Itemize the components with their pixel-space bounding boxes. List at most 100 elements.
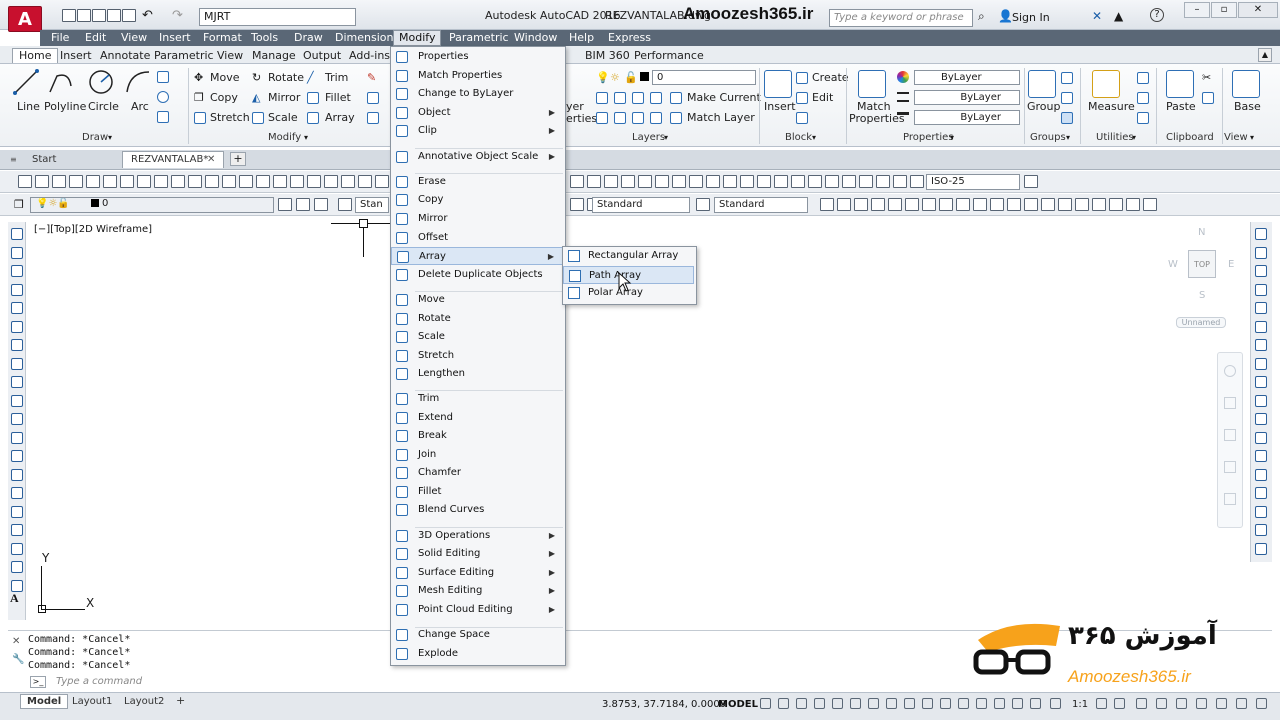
compass-north[interactable]: N — [1198, 227, 1205, 238]
status-toggle-icon[interactable] — [796, 698, 807, 709]
layer-color-swatch[interactable] — [640, 72, 649, 81]
draw-tool-icon[interactable] — [11, 561, 23, 573]
modify-panel-expand-icon[interactable]: ▾ — [304, 133, 308, 142]
status-toggle-icon[interactable] — [760, 698, 771, 709]
linetype-dropdown[interactable]: ByLayer — [914, 90, 1020, 105]
toolbar-button-icon[interactable] — [52, 175, 66, 188]
utility-tool-2-icon[interactable] — [1137, 92, 1149, 104]
status-toggle-icon[interactable] — [1216, 698, 1227, 709]
navigation-bar[interactable] — [1217, 352, 1243, 528]
toolbar-button-icon[interactable] — [621, 175, 635, 188]
toolbar-button-icon[interactable] — [893, 175, 907, 188]
menu-item-rotate[interactable]: Rotate — [391, 310, 563, 328]
toolbar-button-icon[interactable] — [905, 198, 919, 211]
menu-item-object[interactable]: Object ▶ — [391, 104, 563, 122]
status-toggle-icon[interactable] — [778, 698, 789, 709]
groups-panel-expand-icon[interactable]: ▾ — [1066, 133, 1070, 142]
toolbar-button-icon[interactable] — [696, 198, 710, 211]
layer-tool-5-icon[interactable] — [596, 112, 608, 124]
layer-freeze-icon[interactable]: ☼ — [610, 71, 620, 84]
match-properties-icon[interactable] — [858, 70, 886, 98]
menu-dimension[interactable]: Dimension — [330, 31, 398, 45]
toolbar-button-icon[interactable] — [341, 175, 355, 188]
group-icon[interactable] — [1028, 70, 1056, 98]
open-file-icon[interactable] — [77, 9, 91, 22]
toolbar-button-icon[interactable] — [854, 198, 868, 211]
tab-parametric[interactable]: Parametric — [148, 49, 220, 63]
menu-item-match-properties[interactable]: Match Properties — [391, 67, 563, 85]
toolbar-button-icon[interactable] — [1126, 198, 1140, 211]
modify-tool-icon[interactable] — [1255, 394, 1267, 407]
copy-icon[interactable]: ❐ — [194, 91, 204, 104]
utility-tool-1-icon[interactable] — [1137, 72, 1149, 84]
tab-view[interactable]: View — [211, 49, 249, 63]
menu-item-extend[interactable]: Extend — [391, 409, 563, 427]
layer-on-icon[interactable]: 💡 — [596, 71, 610, 84]
menu-item-surface-editing[interactable]: Surface Editing ▶ — [391, 564, 563, 582]
toolbar-button-icon[interactable] — [825, 175, 839, 188]
base-view-icon[interactable] — [1232, 70, 1260, 98]
block-attribute-icon[interactable] — [796, 112, 808, 124]
toolbar-button-icon[interactable] — [35, 175, 49, 188]
status-toggle-icon[interactable] — [1196, 698, 1207, 709]
new-layout-button[interactable]: + — [170, 694, 191, 707]
tab-insert[interactable]: Insert — [54, 49, 98, 63]
toolbar-button-icon[interactable] — [205, 175, 219, 188]
modify-tool-icon[interactable] — [1255, 228, 1267, 240]
mirror-icon[interactable]: ◭ — [252, 91, 260, 104]
application-menu-logo[interactable]: A — [8, 6, 42, 32]
view-panel-expand-icon[interactable]: ▾ — [1250, 133, 1254, 142]
base-view-button[interactable]: Base — [1234, 100, 1261, 113]
toolbar-button-icon[interactable] — [120, 175, 134, 188]
status-toggle-icon[interactable] — [814, 698, 825, 709]
toolbar-button-icon[interactable] — [740, 175, 754, 188]
status-toggle-icon[interactable] — [904, 698, 915, 709]
toolbar-button-icon[interactable] — [103, 175, 117, 188]
minimize-button[interactable]: – — [1184, 2, 1210, 18]
modify-tool-icon[interactable] — [1255, 265, 1267, 277]
close-tab-icon[interactable]: ✕ — [207, 154, 215, 165]
paste-icon[interactable] — [1166, 70, 1194, 98]
toolbar-button-icon[interactable] — [137, 175, 151, 188]
draw-tool-icon[interactable] — [11, 542, 23, 555]
array-button[interactable]: Array — [325, 111, 355, 124]
account-icon[interactable]: ▲ — [1114, 9, 1123, 23]
modify-tool-icon[interactable] — [1255, 302, 1267, 314]
group-button[interactable]: Group — [1027, 100, 1061, 113]
trim-icon[interactable]: ╱ — [307, 71, 314, 84]
menu-window[interactable]: Window — [509, 31, 562, 45]
tab-output[interactable]: Output — [297, 49, 347, 63]
menu-item-array[interactable]: Array ▶ — [391, 247, 563, 265]
menu-draw[interactable]: Draw — [289, 31, 328, 45]
modify-tool-icon[interactable] — [1255, 339, 1267, 351]
rotate-icon[interactable]: ↻ — [252, 71, 261, 84]
menu-tools[interactable]: Tools — [246, 31, 283, 45]
multiline-text-icon[interactable]: A — [10, 591, 19, 606]
dimension-style-dropdown[interactable]: ISO-25 — [926, 174, 1020, 190]
layer-tool-8-icon[interactable] — [650, 112, 662, 124]
toolbar-button-icon[interactable] — [706, 175, 720, 188]
modify-tool-icon[interactable] — [1255, 246, 1267, 259]
toolbar-button-icon[interactable] — [956, 198, 970, 211]
toolbar-button-icon[interactable] — [922, 198, 936, 211]
toolbar-button-icon[interactable] — [1075, 198, 1089, 211]
draw-tool-icon[interactable] — [11, 283, 23, 296]
draw-tool-icon[interactable] — [11, 339, 23, 351]
modify-tool-icon[interactable] — [1255, 431, 1267, 444]
toolbar-button-icon[interactable] — [876, 175, 890, 188]
toolbar-button-icon[interactable] — [296, 198, 310, 211]
toolbar-button-icon[interactable] — [587, 175, 601, 188]
menu-item-solid-editing[interactable]: Solid Editing ▶ — [391, 545, 563, 563]
layer-combo-frame[interactable] — [30, 197, 274, 213]
gradient-icon[interactable] — [157, 111, 169, 123]
draw-tool-icon[interactable] — [11, 431, 23, 444]
fillet-button[interactable]: Fillet — [325, 91, 351, 104]
toolbar-button-icon[interactable] — [939, 198, 953, 211]
menu-item-join[interactable]: Join — [391, 446, 563, 464]
toolbar-button-icon[interactable] — [757, 175, 771, 188]
status-toggle-icon[interactable] — [976, 698, 987, 709]
tab-manage[interactable]: Manage — [246, 49, 302, 63]
menu-item-fillet[interactable]: Fillet — [391, 483, 563, 501]
copy-clip-icon[interactable] — [1202, 92, 1214, 104]
workspace-selector[interactable]: MJRT — [199, 8, 356, 26]
